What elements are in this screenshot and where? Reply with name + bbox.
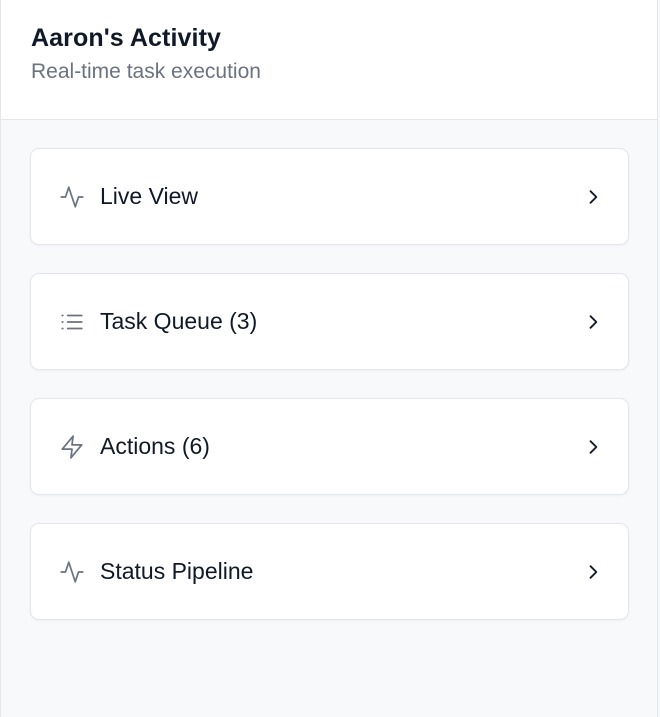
status-pipeline-card[interactable]: Status Pipeline (30, 523, 629, 620)
activity-icon (58, 558, 86, 586)
chevron-right-icon (582, 436, 604, 458)
panel-header: Aaron's Activity Real-time task executio… (1, 0, 657, 120)
actions-card[interactable]: Actions (6) (30, 398, 629, 495)
chevron-right-icon (582, 561, 604, 583)
panel-subtitle: Real-time task execution (31, 60, 261, 83)
live-view-label: Live View (100, 183, 199, 209)
live-view-card[interactable]: Live View (30, 148, 629, 245)
panel-title: Aaron's Activity (31, 24, 222, 52)
section-list: Live View Task Queue (3) Actions (6) Sta… (1, 120, 657, 620)
activity-icon (58, 183, 86, 211)
status-pipeline-label: Status Pipeline (100, 558, 254, 584)
task-queue-label: Task Queue (3) (100, 308, 258, 334)
lightning-icon (58, 433, 86, 461)
task-queue-card[interactable]: Task Queue (3) (30, 273, 629, 370)
chevron-right-icon (582, 186, 604, 208)
chevron-right-icon (582, 311, 604, 333)
actions-label: Actions (6) (100, 433, 210, 459)
list-icon (58, 308, 86, 336)
activity-panel: Aaron's Activity Real-time task executio… (0, 0, 658, 717)
